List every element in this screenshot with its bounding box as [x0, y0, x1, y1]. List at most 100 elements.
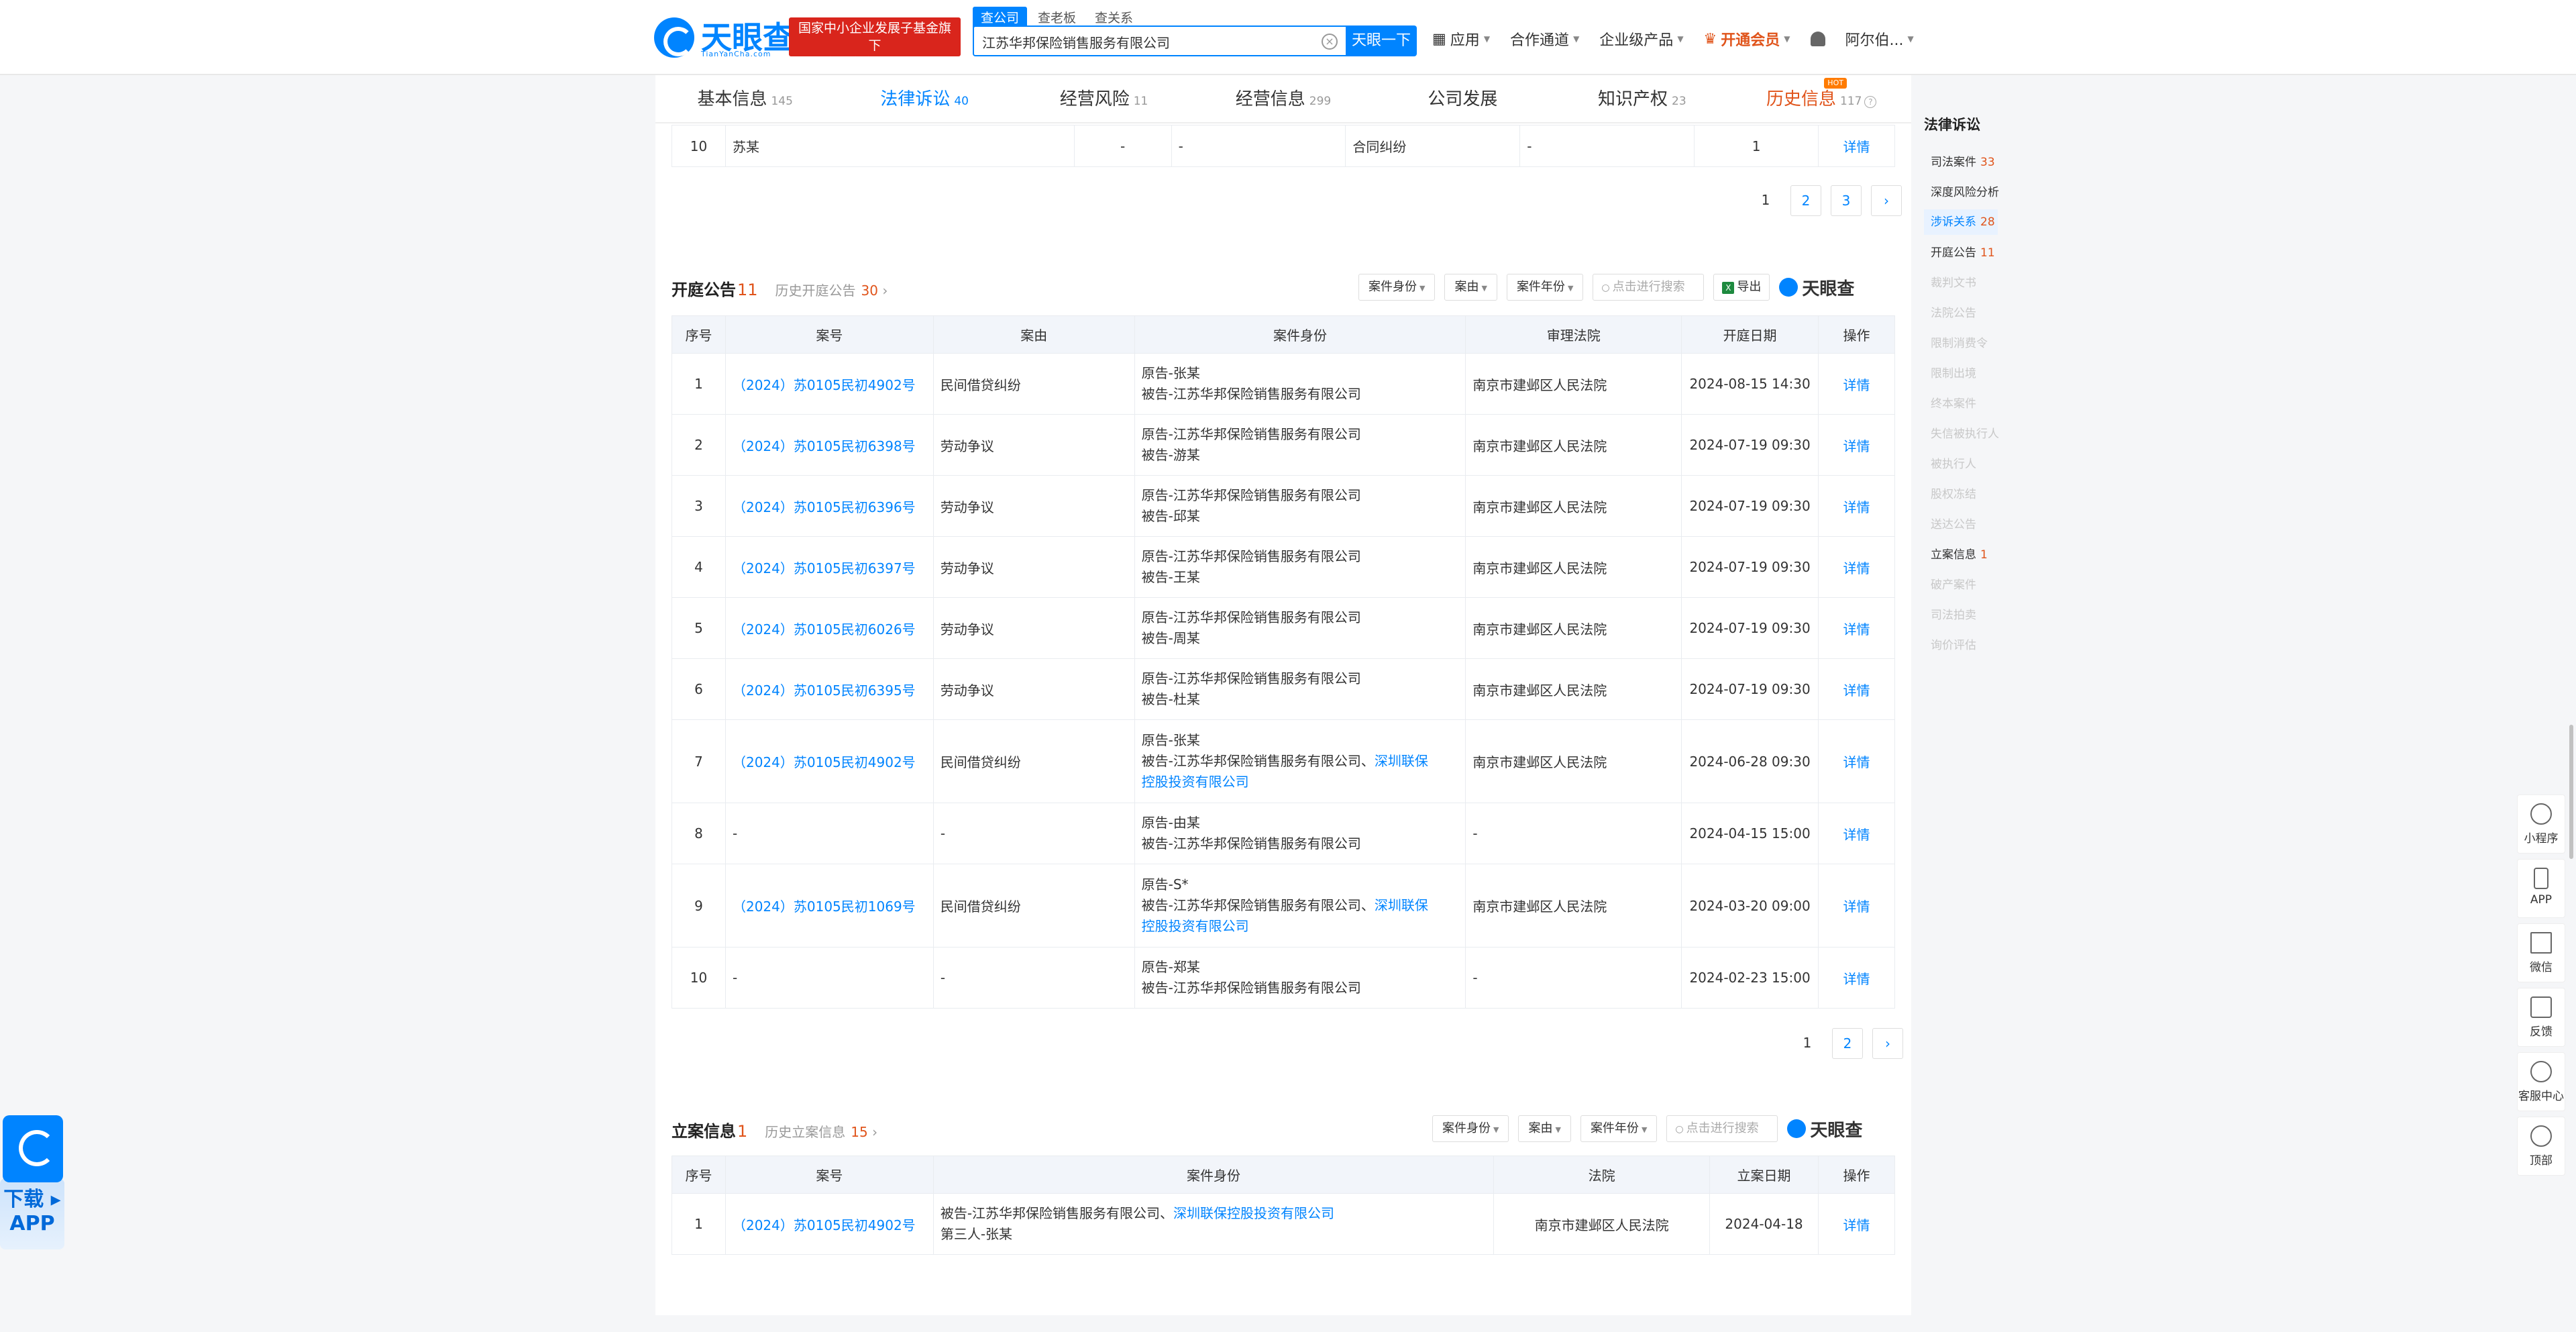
case-number-link[interactable]: （2024）苏0105民初6397号: [733, 560, 916, 576]
next-page-icon[interactable]: ›: [1871, 185, 1902, 216]
side-item-executed: 被执行人: [1924, 451, 2011, 481]
company-link[interactable]: 控股投资有限公司: [1142, 774, 1249, 790]
party-line: 原告-S*: [1141, 876, 1189, 892]
side-item-filing[interactable]: 立案信息 1: [1924, 542, 2011, 572]
detail-link[interactable]: 详情: [1843, 971, 1870, 987]
cell-reason: -: [932, 947, 1135, 1009]
cell-court: 南京市建邺区人民法院: [1465, 719, 1682, 803]
nav-partner[interactable]: 合作通道 ▼: [1510, 28, 1579, 50]
tab-risk[interactable]: 经营风险 11: [1014, 75, 1193, 122]
section-title: 开庭公告: [672, 280, 736, 299]
page-3[interactable]: 3: [1831, 185, 1862, 216]
export-button[interactable]: X 导出: [1713, 274, 1770, 301]
tianyancha-logo[interactable]: 天眼查 TianYanCha.com: [654, 16, 794, 59]
tab-operation[interactable]: 经营信息 299: [1193, 75, 1373, 122]
company-link[interactable]: 深圳联保: [1375, 753, 1428, 769]
filter-case-year[interactable]: 案件年份 ▼: [1506, 274, 1584, 301]
back-to-top-button[interactable]: 顶部: [2517, 1117, 2565, 1176]
nav-enterprise[interactable]: 企业级产品 ▼: [1599, 28, 1683, 50]
side-item-litigation-relations[interactable]: 涉诉关系 28: [1924, 209, 1998, 235]
tab-basic-info[interactable]: 基本信息 145: [655, 75, 835, 122]
side-item-label: 司法案件: [1931, 156, 1976, 169]
nav-apps[interactable]: ▦ 应用 ▼: [1432, 28, 1490, 50]
search-tab-boss[interactable]: 查老板: [1030, 7, 1084, 28]
detail-link[interactable]: 详情: [1843, 754, 1870, 770]
nav-vip[interactable]: ♛ 开通会员 ▼: [1704, 28, 1790, 50]
detail-link[interactable]: 详情: [1843, 621, 1870, 637]
table-search-input[interactable]: 点击进行搜索: [1666, 1115, 1778, 1142]
side-item-count: 1: [1980, 548, 1988, 562]
rocket-icon: [2530, 1125, 2552, 1147]
caret-down-icon: ▼: [1481, 284, 1487, 293]
detail-link[interactable]: 详情: [1843, 1217, 1870, 1233]
case-number-link[interactable]: （2024）苏0105民初4902号: [733, 754, 916, 770]
case-number-link[interactable]: （2024）苏0105民初6398号: [733, 438, 916, 454]
download-app-label: 下载 ▸ APP: [0, 1178, 64, 1249]
side-item-label: 破产案件: [1931, 578, 1976, 592]
detail-link[interactable]: 详情: [1843, 682, 1870, 699]
clear-icon[interactable]: ×: [1322, 34, 1338, 50]
float-label: 小程序: [2524, 832, 2559, 846]
caret-down-icon: ▼: [1483, 34, 1491, 44]
filter-case-reason[interactable]: 案由 ▼: [1518, 1115, 1571, 1142]
scrollbar-thumb[interactable]: [2569, 725, 2573, 859]
detail-link[interactable]: 详情: [1843, 560, 1870, 576]
search-button[interactable]: 天眼一下: [1346, 25, 1417, 56]
detail-link[interactable]: 详情: [1843, 499, 1870, 515]
cell-reason: 劳动争议: [932, 414, 1135, 476]
case-number-link[interactable]: （2024）苏0105民初4902号: [733, 1217, 916, 1233]
filter-case-role[interactable]: 案件身份 ▼: [1358, 274, 1436, 301]
company-link[interactable]: 控股投资有限公司: [1142, 918, 1249, 934]
case-number-link[interactable]: （2024）苏0105民初6395号: [733, 682, 916, 699]
detail-link[interactable]: 详情: [1843, 827, 1870, 843]
detail-link[interactable]: 详情: [1843, 899, 1870, 915]
tab-development[interactable]: 公司发展: [1373, 75, 1552, 122]
search-tab-relation[interactable]: 查关系: [1087, 7, 1141, 28]
table-search-input[interactable]: 点击进行搜索: [1593, 274, 1705, 301]
case-number-link[interactable]: （2024）苏0105民初1069号: [733, 899, 916, 915]
float-label: 顶部: [2530, 1154, 2553, 1168]
case-number-link[interactable]: （2024）苏0105民初4902号: [733, 377, 916, 393]
filter-case-reason[interactable]: 案由 ▼: [1444, 274, 1497, 301]
feedback-button[interactable]: 反馈: [2517, 988, 2565, 1047]
customer-service-button[interactable]: 客服中心: [2517, 1052, 2565, 1111]
cell-reason: -: [932, 803, 1135, 864]
filter-case-role[interactable]: 案件身份 ▼: [1432, 1115, 1509, 1142]
history-court-notice-link[interactable]: 历史开庭公告 30 ›: [775, 280, 888, 299]
search-tab-company[interactable]: 查公司: [973, 7, 1028, 28]
history-filing-link[interactable]: 历史立案信息 15 ›: [765, 1121, 877, 1141]
side-item-court-notice[interactable]: 开庭公告 11: [1924, 240, 2011, 270]
wechat-button[interactable]: 微信: [2517, 923, 2565, 982]
download-app-widget[interactable]: 下载 ▸ APP: [0, 1115, 67, 1276]
nav-user[interactable]: 阿尔伯... ▼: [1845, 28, 1914, 50]
caret-down-icon: ▼: [1907, 34, 1914, 44]
cell-parties: 被告-江苏华邦保险销售服务有限公司、深圳联保控股投资有限公司 第三人-张某: [932, 1193, 1495, 1255]
page-1[interactable]: 1: [1792, 1028, 1823, 1059]
detail-link[interactable]: 详情: [1843, 377, 1870, 393]
detail-link[interactable]: 详情: [1818, 125, 1895, 167]
company-link[interactable]: 深圳联保: [1375, 897, 1428, 913]
company-link[interactable]: 深圳联保控股投资有限公司: [1173, 1205, 1334, 1221]
side-item-judicial-cases[interactable]: 司法案件 33: [1924, 149, 2011, 179]
case-number-link[interactable]: （2024）苏0105民初6026号: [733, 621, 916, 637]
badge-line-1: 国家中小企业发展子基金旗下: [798, 21, 951, 53]
tab-legal[interactable]: 法律诉讼 40: [835, 75, 1014, 122]
page-2[interactable]: 2: [1790, 185, 1821, 216]
tab-history[interactable]: 历史信息 117? HOT: [1732, 75, 1911, 122]
bell-icon[interactable]: [1810, 32, 1825, 46]
search-input[interactable]: [982, 32, 1304, 51]
cell-date: 2024-07-19 09:30: [1681, 536, 1819, 598]
page-2[interactable]: 2: [1832, 1028, 1863, 1059]
case-number-link[interactable]: （2024）苏0105民初6396号: [733, 499, 916, 515]
detail-link[interactable]: 详情: [1843, 438, 1870, 454]
next-page-icon[interactable]: ›: [1872, 1028, 1903, 1059]
side-item-risk-analysis[interactable]: 深度风险分析: [1924, 179, 2011, 209]
mini-program-button[interactable]: 小程序: [2517, 795, 2565, 854]
help-icon[interactable]: ?: [1864, 96, 1877, 108]
page-1[interactable]: 1: [1750, 185, 1781, 216]
tab-ip[interactable]: 知识产权 23: [1552, 75, 1731, 122]
app-button[interactable]: APP: [2517, 859, 2565, 918]
filter-case-year[interactable]: 案件年份 ▼: [1580, 1115, 1658, 1142]
tab-count: 299: [1309, 95, 1332, 108]
cell-date: 2024-07-19 09:30: [1681, 414, 1819, 476]
